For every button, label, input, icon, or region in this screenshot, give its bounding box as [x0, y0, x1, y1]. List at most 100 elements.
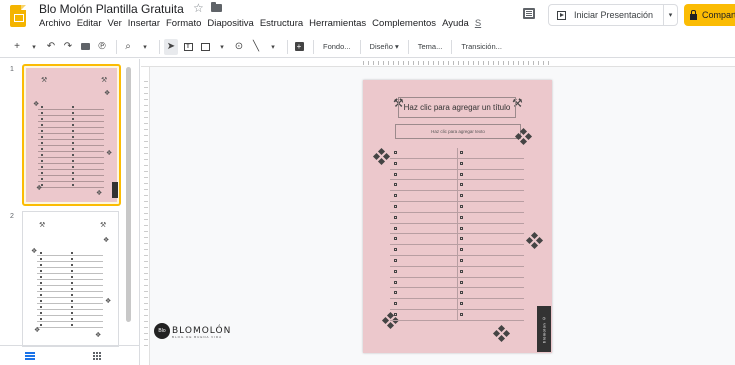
checkbox-icon[interactable] — [394, 312, 397, 316]
checkbox-icon[interactable] — [460, 161, 463, 165]
slides-logo-icon[interactable] — [10, 5, 26, 27]
checkbox-icon[interactable] — [460, 204, 463, 208]
paint-format-icon[interactable]: ℗ — [95, 39, 109, 55]
checkbox-icon[interactable] — [394, 258, 397, 262]
present-button[interactable]: Iniciar Presentación — [549, 5, 664, 25]
checkbox-icon[interactable] — [394, 151, 397, 154]
checkbox-icon[interactable] — [460, 237, 463, 241]
toolbar-divider — [116, 39, 117, 54]
checkbox-icon[interactable] — [460, 302, 463, 306]
menu-ver[interactable]: Ver — [105, 18, 125, 29]
select-cursor-icon[interactable]: ➤ — [164, 38, 178, 55]
title-placeholder[interactable]: Haz clic para agregar un título — [398, 97, 516, 118]
checkbox-icon[interactable] — [460, 269, 463, 273]
redo-icon[interactable]: ↷ — [61, 39, 75, 55]
checkbox-icon[interactable] — [460, 215, 463, 219]
comment-history-icon[interactable] — [523, 8, 535, 19]
present-icon — [557, 10, 566, 20]
brand-watermark: Blo BLOMOLÓN BLOG DE BUENA VIDA — [154, 323, 231, 339]
slide-thumbnail-2[interactable]: ⚒ ⚒ ❖ ❖ ❖ ❖ ❖ — [22, 211, 121, 347]
checkbox-icon[interactable] — [460, 194, 463, 198]
table-row — [390, 191, 524, 202]
share-button[interactable]: Compartir — [684, 4, 735, 26]
layout-button[interactable]: Diseño ▾ — [370, 42, 399, 51]
present-dropdown-button[interactable]: ▾ — [663, 5, 677, 25]
checkbox-icon[interactable] — [394, 237, 397, 241]
background-button[interactable]: Fondo... — [323, 42, 351, 51]
slide-canvas[interactable]: ⚒ ⚒ Haz clic para agregar un título Haz … — [363, 80, 552, 353]
zoom-dropdown[interactable]: ▾ — [138, 39, 152, 55]
checkbox-icon[interactable] — [460, 291, 463, 295]
diamond-icon: ❖ — [104, 90, 111, 97]
checkbox-icon[interactable] — [460, 226, 463, 230]
line-dropdown[interactable]: ▾ — [266, 39, 280, 55]
zoom-icon[interactable]: ⌕ — [121, 39, 135, 55]
checkbox-icon[interactable] — [394, 215, 397, 219]
filmstrip-scrollbar[interactable] — [126, 67, 131, 322]
print-icon — [80, 43, 90, 50]
diamond-icon — [372, 147, 391, 166]
checkbox-icon[interactable] — [394, 172, 397, 176]
checkbox-icon[interactable] — [460, 312, 463, 316]
transition-button[interactable]: Transición... — [461, 42, 502, 51]
checkbox-icon[interactable] — [394, 226, 397, 230]
theme-button[interactable]: Tema... — [418, 42, 443, 51]
menu-formato[interactable]: Formato — [163, 18, 204, 29]
checkbox-icon[interactable] — [460, 280, 463, 284]
insert-comment-button[interactable]: + — [292, 39, 306, 55]
new-slide-dropdown[interactable]: ▾ — [27, 39, 41, 55]
text-placeholder[interactable]: Haz clic para agregar texto — [395, 124, 521, 139]
checkbox-icon[interactable] — [394, 194, 397, 198]
checkbox-icon[interactable] — [394, 161, 397, 165]
add-comment-icon: + — [294, 42, 304, 51]
checkbox-icon[interactable] — [394, 280, 397, 284]
folder-icon[interactable] — [211, 2, 222, 12]
checkbox-icon[interactable] — [460, 183, 463, 187]
menu-last-edit[interactable]: S — [472, 18, 484, 29]
checkbox-icon[interactable] — [394, 204, 397, 208]
diamond-icon: ❖ — [95, 332, 102, 339]
shape-icon[interactable]: ⊙ — [232, 39, 246, 55]
menu-herramientas[interactable]: Herramientas — [306, 18, 369, 29]
print-button[interactable] — [78, 39, 92, 55]
brand-tagline: BLOG DE BUENA VIDA — [172, 335, 223, 339]
side-tab-label: blomolon © — [537, 306, 551, 352]
checkbox-icon[interactable] — [394, 302, 397, 306]
menu-complementos[interactable]: Complementos — [369, 18, 439, 29]
slide-filmstrip: 1 ⚒ ⚒ ❖ ❖ ❖ ❖ ❖ 2 ⚒ ⚒ ❖ ❖ ❖ ❖ ❖ — [0, 59, 140, 365]
toolbar-divider — [359, 39, 361, 54]
menu-editar[interactable]: Editar — [74, 18, 105, 29]
checkbox-icon[interactable] — [394, 291, 397, 295]
diamond-icon: ❖ — [36, 185, 43, 192]
star-icon[interactable]: ☆ — [193, 1, 204, 15]
vertical-ruler — [141, 67, 150, 365]
line-icon[interactable]: ╲ — [249, 39, 263, 55]
checkbox-icon[interactable] — [394, 248, 397, 252]
menu-insertar[interactable]: Insertar — [125, 18, 163, 29]
table-row — [390, 256, 524, 267]
new-slide-button[interactable]: + — [10, 39, 24, 55]
menu-estructura[interactable]: Estructura — [257, 18, 306, 29]
menu-diapositiva[interactable]: Diapositiva — [204, 18, 256, 29]
grid-view-icon[interactable] — [93, 352, 102, 361]
menu-archivo[interactable]: Archivo — [39, 18, 74, 29]
slide-number: 1 — [10, 66, 14, 73]
diamond-icon — [492, 324, 511, 343]
menu-ayuda[interactable]: Ayuda — [439, 18, 472, 29]
checkbox-icon[interactable] — [460, 172, 463, 176]
undo-icon[interactable]: ↶ — [44, 39, 58, 55]
text-box-button[interactable]: T — [181, 39, 195, 55]
thumbnail-canvas: ⚒ ⚒ ❖ ❖ ❖ ❖ ❖ — [22, 211, 119, 347]
image-dropdown[interactable]: ▾ — [215, 39, 229, 55]
insert-image-button[interactable] — [198, 39, 212, 55]
present-label: Iniciar Presentación — [574, 10, 654, 20]
list-view-icon[interactable] — [25, 352, 35, 360]
checkbox-icon[interactable] — [394, 183, 397, 187]
checkbox-icon[interactable] — [460, 258, 463, 262]
table-row — [390, 245, 524, 256]
slide-thumbnail-1[interactable]: ⚒ ⚒ ❖ ❖ ❖ ❖ ❖ — [22, 64, 121, 206]
checkbox-icon[interactable] — [460, 248, 463, 252]
document-title[interactable]: Blo Molón Plantilla Gratuita — [39, 2, 184, 16]
checkbox-icon[interactable] — [394, 269, 397, 273]
checkbox-icon[interactable] — [460, 151, 463, 154]
